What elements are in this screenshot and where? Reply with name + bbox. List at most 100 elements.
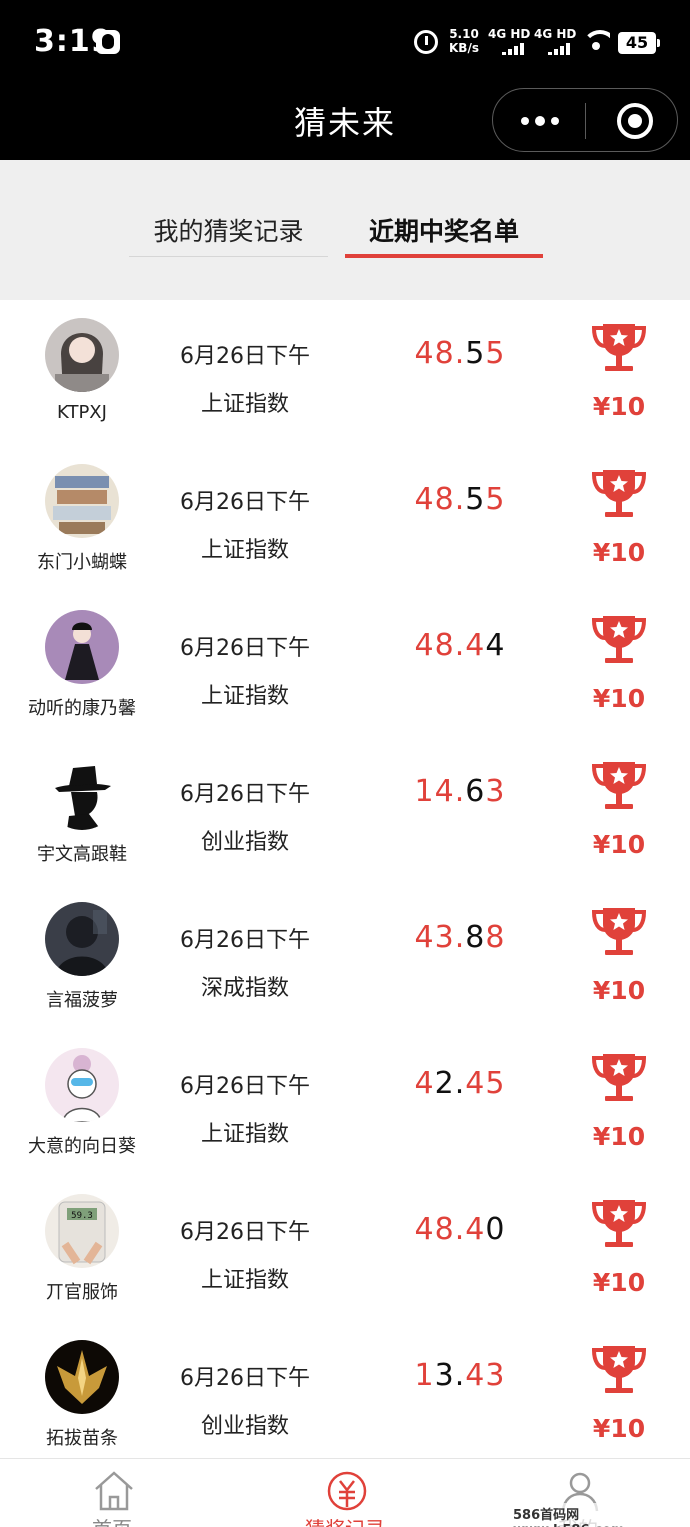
capsule-divider [585, 103, 586, 139]
signal-bars-icon [534, 43, 576, 55]
tabbar-home[interactable]: 首页 [52, 1459, 172, 1527]
winner-row: KTPXJ 6月26日下午 上证指数 48.55 ¥10 [0, 300, 690, 438]
guess-value-part: 5 [485, 336, 506, 371]
signal-2: 4G HD [534, 27, 576, 55]
tab-recent-winners[interactable]: 近期中奖名单 [345, 212, 543, 258]
winner-row: 动听的康乃馨 6月26日下午 上证指数 48.44 ¥10 [0, 592, 690, 730]
winner-row: 大意的向日葵 6月26日下午 上证指数 42.45 ¥10 [0, 1030, 690, 1168]
draw-date: 6月26日下午 [180, 928, 310, 953]
user-name: 东门小蝴蝶 [37, 552, 127, 573]
avatar [45, 318, 119, 392]
user-name: KTPXJ [57, 402, 107, 423]
guess-value-part: 14. [414, 774, 466, 809]
guess-value-part: 4 [465, 628, 486, 663]
tabbar-records-label: 猜奖记录 [285, 1513, 405, 1527]
winner-row: 言福菠萝 6月26日下午 深成指数 43.88 ¥10 [0, 884, 690, 1022]
qq-notification-icon [96, 30, 120, 54]
guess-value-part: 8 [465, 920, 486, 955]
guess-value-part: 48. [414, 482, 466, 517]
draw-date: 6月26日下午 [180, 1074, 310, 1099]
prize-amount: ¥10 [592, 392, 646, 421]
trophy-icon [591, 908, 647, 955]
guess-value-part: 8 [485, 920, 506, 955]
trophy-icon [591, 762, 647, 809]
guess-value-part: 1 [414, 1358, 435, 1393]
mini-program-capsule [492, 88, 678, 152]
prize-amount: ¥10 [592, 976, 646, 1005]
index-name: 上证指数 [200, 684, 289, 709]
trophy-icon [591, 616, 647, 663]
avatar [45, 610, 119, 684]
guess-value-part: 48. [414, 336, 466, 371]
user-name: 拓拔苗条 [46, 1428, 118, 1449]
guess-value: 13.43 [390, 1358, 530, 1393]
guess-value: 48.55 [390, 336, 530, 371]
alarm-icon [414, 30, 438, 54]
signal-2-label: 4G HD [534, 27, 577, 41]
signal-bars-icon [488, 43, 530, 55]
index-name: 深成指数 [200, 976, 289, 1001]
more-options-icon[interactable] [521, 111, 561, 131]
guess-value-part: 5 [485, 482, 506, 517]
guess-value-part: 43 [465, 1358, 506, 1393]
guess-value-part: 43. [414, 920, 466, 955]
draw-date: 6月26日下午 [180, 1366, 310, 1391]
avatar [45, 1048, 119, 1122]
draw-date: 6月26日下午 [180, 1220, 310, 1245]
guess-value-part: 48. [414, 1212, 466, 1247]
network-speed: 5.10 KB/s [449, 27, 479, 55]
prize-amount: ¥10 [592, 684, 646, 713]
avatar: 59.3 [45, 1194, 119, 1268]
draw-date: 6月26日下午 [180, 636, 310, 661]
winner-row: 59.3 丌官服饰 6月26日下午 上证指数 48.40 ¥10 [0, 1176, 690, 1314]
draw-date: 6月26日下午 [180, 782, 310, 807]
guess-value-part: 4 [485, 628, 506, 663]
guess-value: 48.44 [390, 628, 530, 663]
wifi-icon [582, 28, 610, 52]
winner-row: 东门小蝴蝶 6月26日下午 上证指数 48.55 ¥10 [0, 446, 690, 584]
index-name: 上证指数 [200, 1268, 289, 1293]
guess-value-part: 3 [485, 774, 506, 809]
close-miniprogram-icon[interactable] [617, 103, 653, 139]
prize-amount: ¥10 [592, 830, 646, 859]
guess-value-part: 5 [465, 482, 486, 517]
tabs-area: 我的猜奖记录 近期中奖名单 [0, 160, 690, 300]
home-icon [95, 1471, 133, 1511]
trophy-icon [591, 1346, 647, 1393]
index-name: 上证指数 [200, 538, 289, 563]
network-speed-value: 5.10 [449, 27, 479, 41]
tab-my-records[interactable]: 我的猜奖记录 [129, 212, 328, 257]
avatar [45, 1340, 119, 1414]
guess-value: 14.63 [390, 774, 530, 809]
tabbar-records[interactable]: 猜奖记录 [285, 1459, 405, 1527]
svg-text:59.3: 59.3 [71, 1211, 93, 1221]
guess-value: 48.40 [390, 1212, 530, 1247]
avatar [45, 902, 119, 976]
guess-value-part: 5 [465, 336, 486, 371]
trophy-icon [591, 1200, 647, 1247]
guess-value-part: 2. [434, 1066, 466, 1101]
trophy-icon [591, 470, 647, 517]
index-name: 创业指数 [200, 830, 289, 855]
prize-amount: ¥10 [592, 538, 646, 567]
user-name: 丌官服饰 [46, 1282, 118, 1303]
prize-amount: ¥10 [592, 1122, 646, 1151]
prize-amount: ¥10 [592, 1414, 646, 1443]
guess-value: 48.55 [390, 482, 530, 517]
signal-1: 4G HD [488, 27, 530, 55]
draw-date: 6月26日下午 [180, 344, 310, 369]
avatar [45, 464, 119, 538]
guess-value-part: 3. [434, 1358, 466, 1393]
signal-1-label: 4G HD [488, 27, 531, 41]
guess-value-part: 4 [465, 1212, 486, 1247]
guess-value: 43.88 [390, 920, 530, 955]
yuan-record-icon [327, 1471, 367, 1511]
index-name: 创业指数 [200, 1414, 289, 1439]
watermark: 586首码网 www.h586.com [510, 1503, 690, 1527]
guess-value-part: 6 [465, 774, 486, 809]
user-name: 言福菠萝 [46, 990, 118, 1011]
winner-row: 宇文高跟鞋 6月26日下午 创业指数 14.63 ¥10 [0, 738, 690, 876]
tabbar-home-label: 首页 [52, 1513, 172, 1527]
user-name: 大意的向日葵 [28, 1136, 136, 1157]
index-name: 上证指数 [200, 392, 289, 417]
